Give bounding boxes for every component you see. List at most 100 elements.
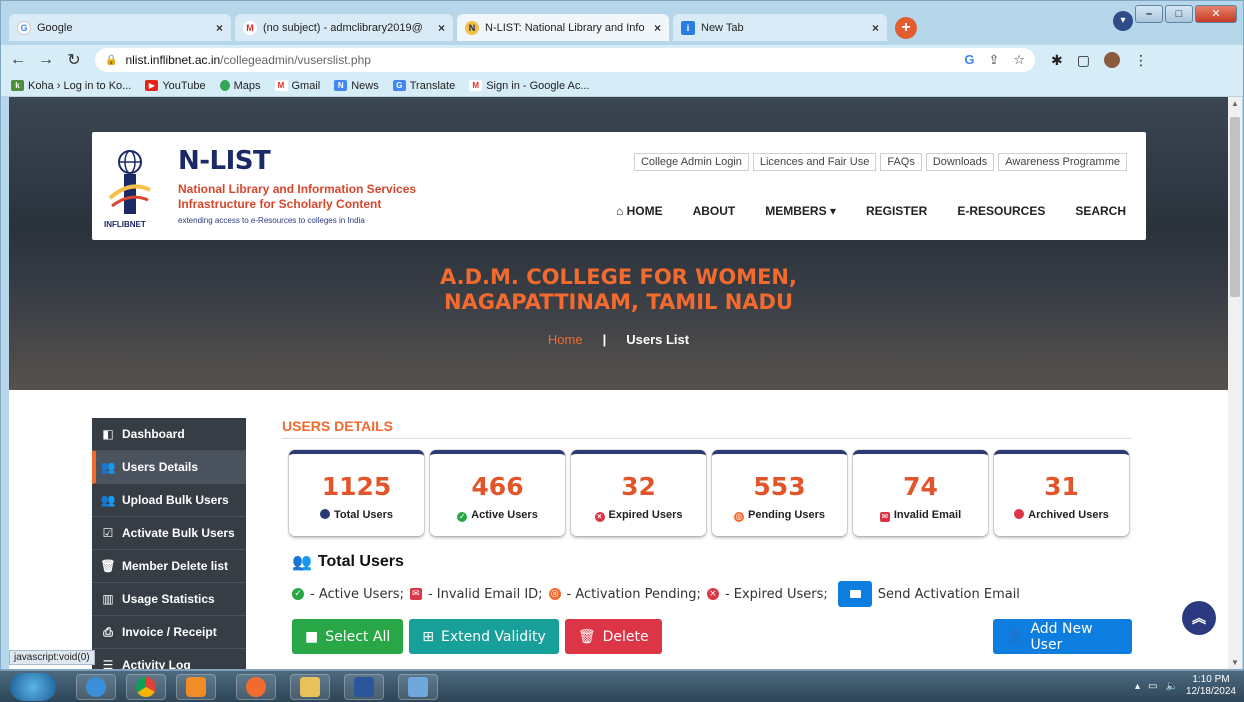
site-logo-title[interactable]: N-LIST — [178, 146, 271, 176]
tab-title: New Tab — [701, 21, 744, 34]
chrome-icon[interactable] — [126, 674, 166, 700]
network-icon[interactable]: ▭ — [1148, 681, 1157, 692]
volume-icon[interactable]: 🔈 — [1165, 681, 1177, 692]
stat-card-active-users[interactable]: 466 ✓ Active Users — [430, 450, 565, 536]
sidebar-item-activity-log[interactable]: ☰ Activity Log — [92, 649, 246, 669]
downloads-link[interactable]: Downloads — [925, 153, 995, 171]
bookmarks-bar: k Koha › Log in to Ko... ▶ YouTube Maps MG… — [1, 75, 1243, 97]
check-circle-icon: ✓ — [292, 588, 304, 600]
stat-card-archived-users[interactable]: 31 Archived Users — [994, 450, 1129, 536]
stat-card-invalid-email[interactable]: 74 ✉ Invalid Email — [853, 450, 988, 536]
tab-nlist[interactable]: N N-LIST: National Library and Info × — [457, 14, 669, 41]
bookmark-label: Translate — [409, 79, 456, 92]
menu-icon[interactable]: ⋮ — [1134, 52, 1148, 69]
breadcrumb: Home | Users List — [9, 332, 1228, 347]
send-activation-email-button[interactable] — [837, 581, 872, 607]
awareness-link[interactable]: Awareness Programme — [998, 153, 1127, 171]
scrollbar-thumb[interactable] — [1230, 117, 1240, 297]
bookmark-signin[interactable]: M Sign in - Google Ac... — [469, 80, 590, 92]
sidebar-item-invoice-receipt[interactable]: ⎙ Invoice / Receipt — [92, 616, 246, 649]
tab-new[interactable]: i New Tab × — [673, 14, 887, 41]
bookmark-news[interactable]: N News — [334, 80, 379, 92]
page-scrollbar[interactable]: ▲ ▼ — [1228, 97, 1242, 669]
bookmark-youtube[interactable]: ▶ YouTube — [145, 80, 206, 92]
nav-members[interactable]: MEMBERS ▾ — [765, 204, 836, 218]
top-links: College Admin Login Licences and Fair Us… — [633, 153, 1127, 171]
file-explorer-icon[interactable] — [290, 674, 330, 700]
user-x-icon — [1014, 509, 1025, 519]
stats-row: 1125 Total Users 466 ✓ Active Users 32 × E… — [289, 450, 1132, 536]
lock-icon[interactable]: 🔒 — [105, 55, 117, 66]
nav-home[interactable]: ⌂ HOME — [616, 204, 663, 218]
url-host: nlist.inflibnet.ac.in — [125, 53, 221, 67]
breadcrumb-home[interactable]: Home — [548, 332, 583, 347]
nav-search[interactable]: SEARCH — [1075, 204, 1126, 218]
close-window-button[interactable]: ✕ — [1195, 5, 1237, 23]
list-icon: ☰ — [102, 658, 114, 669]
share-icon[interactable]: ⇪ — [988, 52, 999, 68]
scroll-up-icon[interactable]: ▲ — [1231, 99, 1239, 108]
dashboard-icon: ◧ — [102, 427, 114, 441]
tab-gmail[interactable]: M (no subject) - admclibrary2019@ × — [235, 14, 453, 41]
clock[interactable]: 1:10 PM 12/18/2024 — [1186, 674, 1236, 698]
sidebar-item-activate-bulk-users[interactable]: ☑ Activate Bulk Users — [92, 517, 246, 550]
image-viewer-icon[interactable] — [398, 674, 438, 700]
sidebar-item-upload-bulk-users[interactable]: 👥 Upload Bulk Users — [92, 484, 246, 517]
stat-card-pending-users[interactable]: 553 ◎ Pending Users — [712, 450, 847, 536]
tab-google[interactable]: G Google × — [9, 14, 231, 41]
side-panel-icon[interactable]: ▢ — [1077, 52, 1090, 69]
faqs-link[interactable]: FAQs — [880, 153, 922, 171]
select-all-button[interactable]: ■ Select All — [292, 619, 404, 654]
nav-register[interactable]: REGISTER — [866, 204, 927, 218]
sidebar-item-usage-statistics[interactable]: ▥ Usage Statistics — [92, 583, 246, 616]
tab-title: N-LIST: National Library and Info — [485, 21, 645, 34]
translate-icon: G — [392, 80, 406, 91]
close-icon[interactable]: × — [438, 21, 445, 35]
sidebar-item-users-details[interactable]: 👥 Users Details — [92, 451, 246, 484]
new-tab-button[interactable]: + — [895, 17, 917, 39]
nav-e-resources[interactable]: E-RESOURCES — [957, 204, 1045, 218]
close-icon[interactable]: × — [654, 21, 661, 35]
stat-value: 74 — [903, 472, 938, 501]
forward-icon[interactable]: → — [35, 51, 57, 69]
add-new-user-button[interactable]: 👤 Add New User — [993, 619, 1132, 654]
maximize-button[interactable]: □ — [1165, 5, 1193, 23]
reload-icon[interactable]: ↻ — [63, 50, 85, 70]
tray-arrow-icon[interactable]: ▴ — [1135, 681, 1140, 692]
bookmark-translate[interactable]: G Translate — [392, 79, 456, 92]
tab-search-button[interactable]: ▾ — [1113, 11, 1133, 31]
college-admin-login-link[interactable]: College Admin Login — [633, 153, 749, 171]
sidebar-item-member-delete-list[interactable]: 🗑 Member Delete list — [92, 550, 246, 583]
bookmark-koha[interactable]: k Koha › Log in to Ko... — [11, 80, 131, 92]
extensions-icon[interactable]: ✱ — [1051, 52, 1063, 69]
address-bar[interactable]: 🔒 nlist.inflibnet.ac.in/collegeadmin/vus… — [95, 48, 1035, 72]
sidebar-item-dashboard[interactable]: ◧ Dashboard — [92, 418, 246, 451]
stat-card-total-users[interactable]: 1125 Total Users — [289, 450, 424, 536]
word-icon[interactable] — [344, 674, 384, 700]
start-button[interactable] — [10, 673, 56, 701]
close-icon[interactable]: × — [872, 21, 879, 35]
delete-button[interactable]: 🗑 Delete — [564, 619, 662, 654]
bookmark-gmail[interactable]: M Gmail — [274, 80, 320, 92]
button-label: Select All — [325, 628, 391, 645]
firefox-icon[interactable] — [236, 674, 276, 700]
close-icon[interactable]: × — [216, 21, 223, 35]
stat-card-expired-users[interactable]: 32 × Expired Users — [571, 450, 706, 536]
nav-about[interactable]: ABOUT — [693, 204, 736, 218]
profile-avatar[interactable] — [1103, 52, 1120, 68]
media-player-icon[interactable] — [176, 674, 216, 700]
minimize-button[interactable]: – — [1135, 5, 1163, 23]
tab-title: (no subject) - admclibrary2019@ — [263, 21, 423, 34]
bookmark-maps[interactable]: Maps — [219, 80, 261, 92]
scroll-to-top-button[interactable]: ︽ — [1182, 601, 1216, 635]
bookmark-star-icon[interactable]: ☆ — [1013, 52, 1025, 68]
google-lens-icon[interactable]: G — [964, 52, 974, 68]
internet-explorer-icon[interactable] — [76, 674, 116, 700]
licences-link[interactable]: Licences and Fair Use — [752, 153, 877, 171]
logo-tagline: extending access to e-Resources to colle… — [178, 216, 365, 225]
scroll-down-icon[interactable]: ▼ — [1231, 658, 1239, 667]
extend-validity-button[interactable]: ⊞ Extend Validity — [409, 619, 559, 654]
envelope-x-icon: ✉ — [409, 588, 422, 600]
stat-value: 1125 — [321, 472, 392, 501]
back-icon[interactable]: ← — [7, 51, 29, 69]
